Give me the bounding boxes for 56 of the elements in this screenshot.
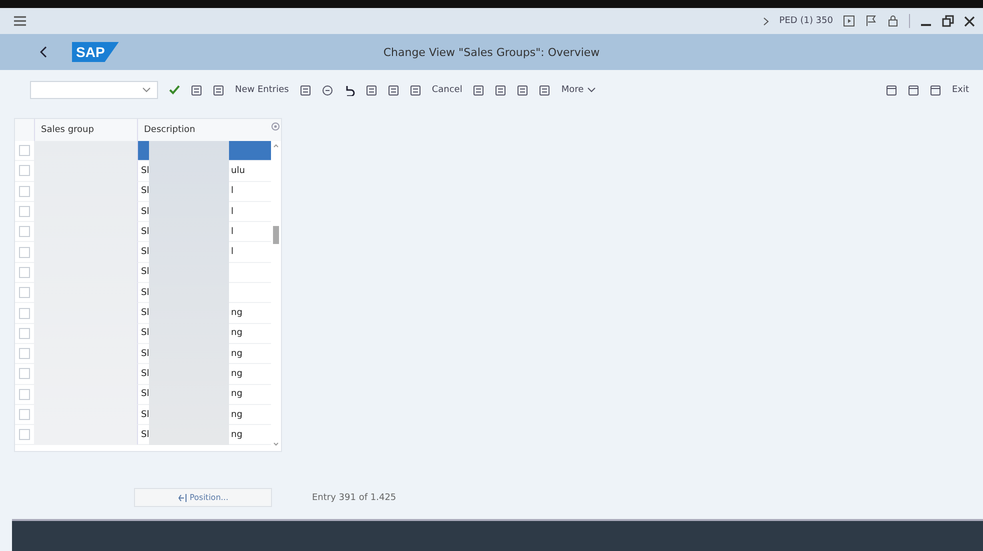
menu-icon[interactable] xyxy=(14,16,26,26)
flag-icon[interactable] xyxy=(865,15,877,27)
command-field[interactable] xyxy=(30,81,158,99)
row-checkbox[interactable] xyxy=(19,246,30,258)
caret-icon xyxy=(142,87,151,93)
row-checkbox[interactable] xyxy=(19,206,30,218)
row-checkbox[interactable] xyxy=(19,266,30,278)
row-checkbox[interactable] xyxy=(19,328,30,339)
back-icon[interactable] xyxy=(40,46,48,58)
check-icon[interactable] xyxy=(169,85,180,95)
toolbar-icon[interactable] xyxy=(495,84,506,96)
play-box-icon[interactable] xyxy=(843,15,855,27)
sap-logo: SAP xyxy=(72,42,119,62)
toolbar-icon[interactable] xyxy=(930,84,941,96)
toolbar-button[interactable]: New Entries xyxy=(235,85,289,95)
settings-icon[interactable] xyxy=(271,122,280,131)
toolbar-icon[interactable] xyxy=(300,84,311,96)
exit-button[interactable]: Exit xyxy=(952,85,969,95)
row-checkbox[interactable] xyxy=(19,429,30,440)
position-icon xyxy=(178,494,187,502)
chevron-right-icon[interactable] xyxy=(763,16,770,26)
row-checkbox[interactable] xyxy=(19,409,30,420)
position-button[interactable]: Position... xyxy=(134,488,272,507)
more-menu[interactable]: More xyxy=(561,85,596,95)
toolbar-icon[interactable] xyxy=(539,84,550,96)
window-title: Change View "Sales Groups": Overview xyxy=(382,46,601,58)
row-checkbox[interactable] xyxy=(19,226,30,238)
toolbar-icon[interactable] xyxy=(886,84,897,96)
row-checkbox[interactable] xyxy=(19,165,30,176)
toolbar-icon[interactable] xyxy=(517,84,528,96)
toolbar-icon[interactable] xyxy=(366,84,377,96)
toolbar-icon[interactable] xyxy=(908,84,919,96)
undo-icon[interactable] xyxy=(344,84,355,96)
table-cell[interactable] xyxy=(229,141,271,162)
menu-label: More xyxy=(561,85,584,95)
circle-icon[interactable] xyxy=(322,84,333,96)
row-checkbox[interactable] xyxy=(19,368,30,380)
row-checkbox[interactable] xyxy=(19,186,30,197)
toolbar-icon[interactable] xyxy=(191,84,202,96)
toolbar-icon[interactable] xyxy=(473,84,484,96)
row-checkbox[interactable] xyxy=(19,388,30,400)
lock-icon[interactable] xyxy=(887,15,899,27)
toolbar-icon[interactable] xyxy=(213,84,224,96)
row-checkbox[interactable] xyxy=(19,287,30,298)
row-checkbox[interactable] xyxy=(19,308,30,319)
table-cell[interactable] xyxy=(137,141,149,162)
row-checkbox[interactable] xyxy=(19,348,30,360)
row-checkbox[interactable] xyxy=(19,145,30,156)
system-info: PED (1) 350 xyxy=(779,16,833,26)
toolbar-icon[interactable] xyxy=(388,84,399,96)
entry-count: Entry 391 of 1.425 xyxy=(312,492,396,502)
toolbar-icon[interactable] xyxy=(410,84,421,96)
close-icon[interactable] xyxy=(964,16,975,26)
restore-icon[interactable] xyxy=(942,15,954,27)
caret-icon xyxy=(586,87,596,93)
toolbar-button[interactable]: Cancel xyxy=(432,85,462,95)
